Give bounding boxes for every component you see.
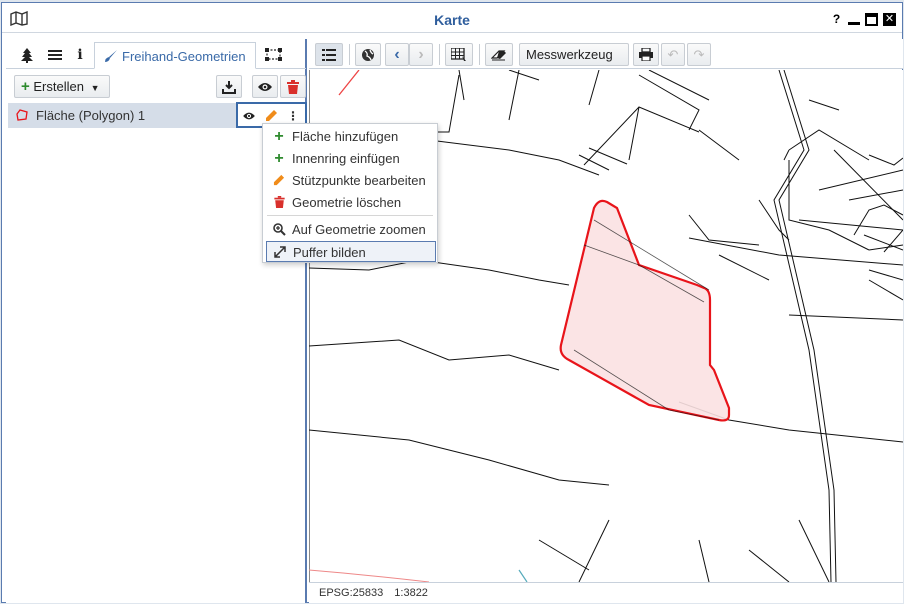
window-title: Karte [434, 12, 470, 28]
select-area-icon[interactable] [260, 42, 288, 69]
measure-label: Messwerkzeug [526, 47, 613, 62]
menu-item-label: Stützpunkte bearbeiten [292, 173, 426, 188]
brush-icon [105, 50, 118, 62]
toolbar-separator [439, 44, 440, 65]
expand-icon [273, 242, 287, 264]
plus-icon: + [274, 128, 284, 145]
window-titlebar[interactable]: Karte ? ✕ [2, 3, 902, 33]
create-label: Erstellen [33, 79, 84, 94]
trash-icon [272, 192, 286, 214]
list-icon[interactable] [42, 42, 68, 69]
list-item-label: Fläche (Polygon) 1 [36, 108, 146, 123]
globe-icon [362, 49, 374, 61]
download-icon [222, 81, 236, 94]
print-icon [639, 47, 653, 62]
redo-button[interactable]: ↷ [687, 43, 711, 66]
toolbar-separator [349, 44, 350, 65]
zoom-in-icon [272, 219, 286, 242]
toolbar-separator [479, 44, 480, 65]
minimize-icon[interactable] [848, 15, 860, 25]
menu-item-zoom-to-geometry[interactable]: Auf Geometrie zoomen [266, 219, 436, 240]
eraser-icon [490, 50, 506, 61]
menu-item-edit-vertices[interactable]: Stützpunkte bearbeiten [266, 170, 436, 191]
caret-down-icon: ▼ [90, 83, 100, 93]
panel-tabs: i Freihand-Geometrien [6, 39, 306, 69]
measure-tool-dropdown[interactable]: Messwerkzeug ▼ [519, 43, 629, 82]
menu-item-delete-geometry[interactable]: Geometrie löschen [266, 192, 436, 213]
status-bar: EPSG:25833 1:3822 [309, 582, 903, 603]
menu-item-label: Geometrie löschen [292, 195, 402, 210]
maximize-icon[interactable] [865, 13, 878, 26]
menu-item-label: Auf Geometrie zoomen [292, 222, 426, 237]
eye-icon[interactable] [240, 107, 258, 125]
plus-icon: + [274, 150, 284, 167]
menu-item-insert-ring[interactable]: + Innenring einfügen [266, 148, 436, 169]
info-icon[interactable]: i [70, 42, 90, 69]
delete-all-button[interactable] [280, 75, 306, 98]
undo-icon: ↶ [667, 47, 679, 62]
menu-item-label: Fläche hinzufügen [292, 129, 399, 144]
context-menu: + Fläche hinzufügen + Innenring einfügen… [262, 123, 438, 263]
menu-item-label: Innenring einfügen [292, 151, 400, 166]
list-icon [322, 49, 336, 61]
create-button[interactable]: + Erstellen ▼ [14, 75, 110, 98]
close-icon[interactable]: ✕ [883, 13, 896, 26]
help-icon[interactable]: ? [830, 13, 843, 26]
table-icon [450, 47, 466, 61]
globe-button[interactable] [355, 43, 381, 66]
redo-icon: ↷ [693, 47, 705, 62]
chevron-right-icon: › [418, 46, 424, 63]
tree-icon[interactable] [14, 42, 40, 69]
plus-icon: + [21, 78, 30, 95]
trash-icon [287, 80, 299, 94]
print-button[interactable] [633, 43, 659, 66]
eraser-button[interactable] [485, 43, 513, 66]
eye-icon [258, 83, 272, 91]
tab-freihand-geometrien[interactable]: Freihand-Geometrien [94, 42, 256, 69]
menu-item-buffer[interactable]: Puffer bilden [266, 241, 436, 262]
chevron-left-icon: ‹ [394, 46, 400, 63]
map-toolbar: ‹ › Messwerkzeug ▼ ↶ [309, 39, 903, 82]
map-window: Karte ? ✕ i Freihand-Geometrien + Erstel… [1, 2, 903, 603]
list-item[interactable]: Fläche (Polygon) 1 ⋮ [8, 102, 307, 128]
forward-button[interactable]: › [409, 43, 433, 66]
scale-readout: 1:3822 [394, 587, 428, 599]
menu-item-add-area[interactable]: + Fläche hinzufügen [266, 126, 436, 147]
tab-label: Freihand-Geometrien [122, 49, 246, 64]
polygon-icon [16, 109, 28, 121]
back-button[interactable]: ‹ [385, 43, 409, 66]
layer-list-button[interactable] [315, 43, 343, 66]
download-button[interactable] [216, 75, 242, 98]
pencil-icon [272, 170, 286, 192]
undo-button[interactable]: ↶ [661, 43, 685, 66]
visibility-button[interactable] [252, 75, 278, 98]
table-select-button[interactable] [445, 43, 473, 66]
epsg-readout: EPSG:25833 [319, 587, 384, 599]
menu-separator [267, 215, 433, 216]
menu-item-label: Puffer bilden [293, 245, 366, 260]
